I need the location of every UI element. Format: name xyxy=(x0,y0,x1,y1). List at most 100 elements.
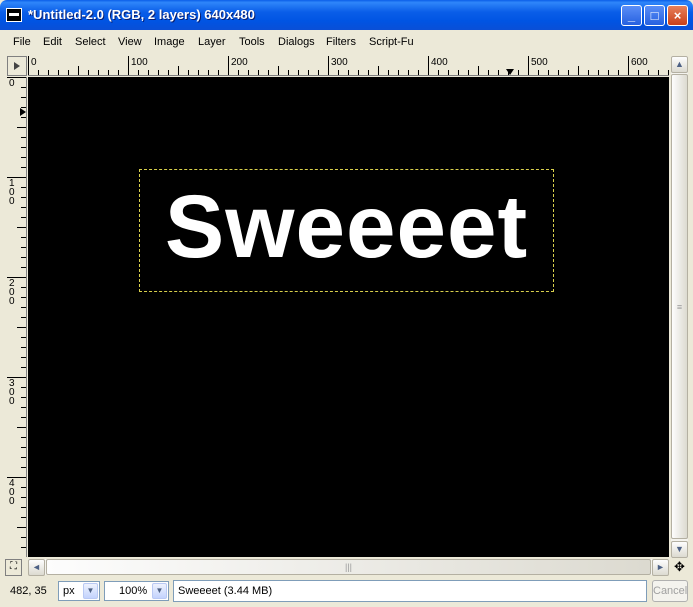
vertical-ruler[interactable]: 0 100 200 300 400 xyxy=(7,77,27,557)
ruler-tick xyxy=(21,267,26,268)
ruler-tick xyxy=(118,70,119,75)
ruler-tick xyxy=(178,66,179,75)
horizontal-ruler[interactable]: 0 100 200 300 400 500 600 xyxy=(28,56,669,76)
ruler-tick xyxy=(138,70,139,75)
ruler-label: 100 xyxy=(9,178,15,207)
ruler-tick xyxy=(21,467,26,468)
ruler-tick xyxy=(468,70,469,75)
ruler-tick xyxy=(7,377,26,378)
ruler-tick xyxy=(21,137,26,138)
ruler-tick xyxy=(618,70,619,75)
ruler-tick xyxy=(21,117,26,118)
zoom-value: 100% xyxy=(119,585,148,597)
cancel-button[interactable]: Cancel xyxy=(652,580,688,602)
ruler-tick xyxy=(7,477,26,478)
ruler-tick xyxy=(158,70,159,75)
ruler-tick xyxy=(21,437,26,438)
ruler-tick xyxy=(21,487,26,488)
app-icon[interactable] xyxy=(6,8,22,22)
ruler-tick xyxy=(21,87,26,88)
unit-selector[interactable]: px ▼ xyxy=(58,581,100,601)
ruler-tick xyxy=(508,70,509,75)
ruler-tick xyxy=(78,66,79,75)
ruler-tick xyxy=(21,167,26,168)
ruler-tick xyxy=(21,107,26,108)
ruler-tick xyxy=(21,287,26,288)
ruler-tick xyxy=(208,70,209,75)
scroll-up-button[interactable]: ▲ xyxy=(671,56,688,73)
horizontal-scrollbar[interactable]: ◄ ||| ► xyxy=(28,559,669,576)
ruler-label: 0 xyxy=(31,57,37,68)
menu-file[interactable]: File xyxy=(13,36,31,48)
menu-view[interactable]: View xyxy=(118,36,142,48)
ruler-tick xyxy=(608,70,609,75)
vertical-scroll-thumb[interactable]: ≡ xyxy=(671,74,688,539)
ruler-tick xyxy=(288,70,289,75)
menu-layer[interactable]: Layer xyxy=(198,36,226,48)
ruler-tick xyxy=(17,427,26,428)
ruler-tick xyxy=(21,407,26,408)
ruler-tick xyxy=(568,70,569,75)
chevron-down-icon[interactable]: ▼ xyxy=(152,583,167,599)
pointer-marker-icon xyxy=(20,108,26,116)
image-canvas[interactable]: Sweeeet xyxy=(28,77,669,557)
ruler-tick xyxy=(21,337,26,338)
ruler-tick xyxy=(58,70,59,75)
chevron-down-icon[interactable]: ▼ xyxy=(83,583,98,599)
close-button[interactable]: × xyxy=(667,5,688,26)
menu-filters[interactable]: Filters xyxy=(326,36,356,48)
unit-value: px xyxy=(63,585,75,597)
ruler-tick xyxy=(328,56,329,75)
menu-select[interactable]: Select xyxy=(75,36,106,48)
ruler-tick xyxy=(21,257,26,258)
maximize-button[interactable]: □ xyxy=(644,5,665,26)
ruler-tick xyxy=(21,367,26,368)
ruler-tick xyxy=(21,297,26,298)
ruler-tick xyxy=(21,507,26,508)
menu-script-fu[interactable]: Script-Fu xyxy=(369,36,414,48)
scroll-right-button[interactable]: ► xyxy=(652,559,669,576)
ruler-tick xyxy=(21,387,26,388)
ruler-tick xyxy=(558,70,559,75)
ruler-tick xyxy=(168,70,169,75)
ruler-tick xyxy=(7,77,26,78)
zoom-selector[interactable]: 100% ▼ xyxy=(104,581,169,601)
menu-image[interactable]: Image xyxy=(154,36,185,48)
text-layer-boundary[interactable]: Sweeeet xyxy=(139,169,554,292)
ruler-tick xyxy=(588,70,589,75)
ruler-tick xyxy=(21,347,26,348)
status-bar: 482, 35 px ▼ 100% ▼ Sweeeet (3.44 MB) Ca… xyxy=(4,578,690,604)
ruler-tick xyxy=(48,70,49,75)
scroll-down-button[interactable]: ▼ xyxy=(671,541,688,558)
ruler-tick xyxy=(188,70,189,75)
ruler-tick xyxy=(488,70,489,75)
vertical-scrollbar[interactable]: ▲ ≡ ▼ xyxy=(671,56,688,558)
image-menu-button[interactable] xyxy=(7,56,27,76)
menu-edit[interactable]: Edit xyxy=(43,36,62,48)
ruler-tick xyxy=(21,237,26,238)
ruler-tick xyxy=(21,397,26,398)
title-bar[interactable]: *Untitled-2.0 (RGB, 2 layers) 640x480 _ … xyxy=(0,0,693,30)
ruler-tick xyxy=(21,147,26,148)
ruler-tick xyxy=(17,127,26,128)
ruler-tick xyxy=(21,247,26,248)
ruler-tick xyxy=(318,70,319,75)
ruler-tick xyxy=(17,327,26,328)
ruler-tick xyxy=(668,70,669,75)
ruler-tick xyxy=(448,70,449,75)
scroll-left-button[interactable]: ◄ xyxy=(28,559,45,576)
ruler-tick xyxy=(238,70,239,75)
ruler-tick xyxy=(98,70,99,75)
ruler-tick xyxy=(458,70,459,75)
ruler-tick xyxy=(628,56,629,75)
ruler-tick xyxy=(308,70,309,75)
move-icon[interactable]: ✥ xyxy=(671,559,688,576)
horizontal-scroll-thumb[interactable]: ||| xyxy=(46,559,651,575)
menu-dialogs[interactable]: Dialogs xyxy=(278,36,315,48)
navigate-icon[interactable]: ⛶ xyxy=(5,559,22,576)
ruler-label: 300 xyxy=(331,57,348,68)
minimize-button[interactable]: _ xyxy=(621,5,642,26)
menu-tools[interactable]: Tools xyxy=(239,36,265,48)
ruler-label: 0 xyxy=(9,78,15,89)
ruler-tick xyxy=(638,70,639,75)
